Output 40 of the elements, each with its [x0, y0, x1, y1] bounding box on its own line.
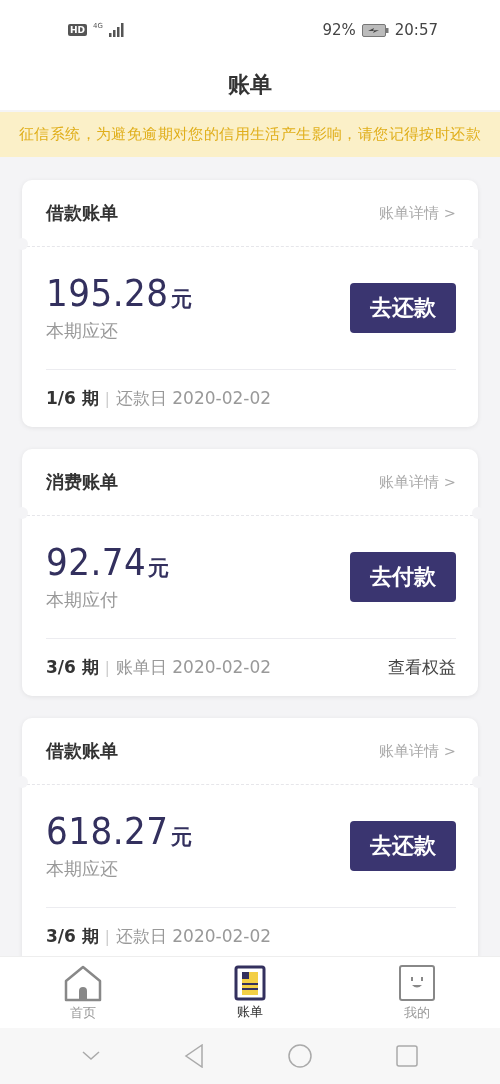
- separator: |: [104, 389, 110, 408]
- benefits-link[interactable]: 查看权益: [388, 656, 456, 679]
- recent-apps-icon[interactable]: [396, 1045, 418, 1067]
- amount-value: 92.74: [46, 540, 147, 584]
- period-label: 3/6 期: [46, 656, 99, 679]
- amount-unit: 元: [148, 555, 170, 582]
- amount-unit: 元: [170, 824, 192, 851]
- page-title: 账单: [228, 71, 272, 99]
- pay-button[interactable]: 去还款: [350, 821, 456, 871]
- signal-icon: [108, 23, 125, 37]
- bill-title: 借款账单: [46, 201, 118, 225]
- battery-icon: [361, 23, 389, 37]
- pay-button[interactable]: 去付款: [350, 552, 456, 602]
- period-label: 1/6 期: [46, 387, 99, 410]
- battery-percent: 92%: [322, 21, 356, 39]
- amount-label: 本期应还: [46, 857, 119, 881]
- pay-button[interactable]: 去还款: [350, 283, 456, 333]
- due-date: 还款日 2020-02-02: [115, 925, 272, 948]
- tab-bar-item[interactable]: 账单: [166, 957, 334, 1028]
- due-date: 账单日 2020-02-02: [115, 656, 272, 679]
- amount-value: 618.27: [46, 809, 169, 853]
- bill-title: 消费账单: [46, 470, 118, 494]
- bill-title: 借款账单: [46, 739, 118, 763]
- period-label: 3/6 期: [46, 925, 99, 948]
- amount-value: 195.28: [46, 271, 169, 315]
- hd-badge: HD: [68, 24, 87, 36]
- notice-text: 征信系统，为避免逾期对您的信用生活产生影响，请您记得按时还款: [19, 125, 481, 144]
- face-icon: [397, 963, 436, 1002]
- home-icon: [63, 963, 104, 1002]
- chevron-down-icon[interactable]: [82, 1051, 100, 1061]
- amount-label: 本期应付: [46, 588, 119, 612]
- separator: |: [104, 658, 110, 677]
- back-icon[interactable]: [184, 1044, 204, 1068]
- bill-icon: [234, 964, 266, 1001]
- amount-unit: 元: [170, 286, 192, 313]
- amount-label: 本期应还: [46, 319, 119, 343]
- separator: |: [104, 927, 110, 946]
- due-date: 还款日 2020-02-02: [115, 387, 272, 410]
- home-circle-icon[interactable]: [288, 1044, 312, 1068]
- clock: 20:57: [394, 21, 438, 39]
